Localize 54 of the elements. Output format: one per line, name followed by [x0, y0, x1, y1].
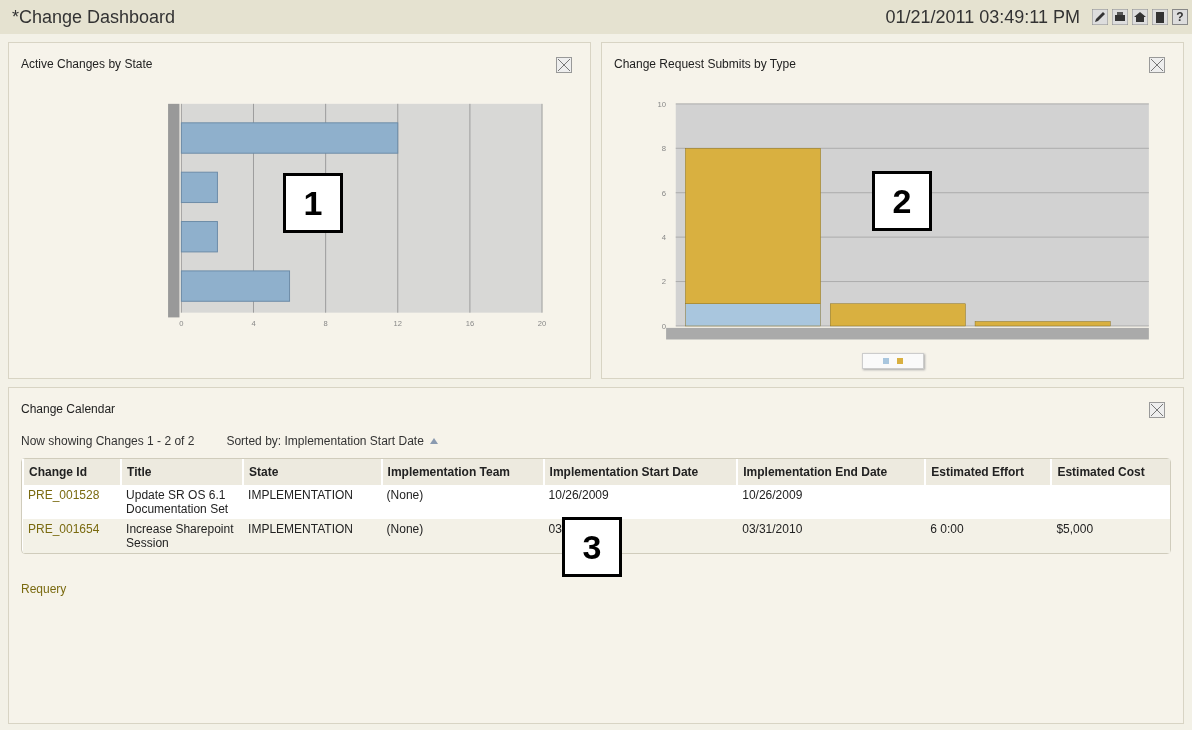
- table-cell: (None): [386, 522, 424, 536]
- dashboard-title: *Change Dashboard: [12, 6, 177, 28]
- table-cell: $5,000: [1056, 522, 1094, 536]
- table-cell: 6 0:00: [930, 522, 964, 536]
- change-id-link[interactable]: PRE_001528: [28, 488, 100, 502]
- help-button[interactable]: ?: [1172, 9, 1188, 25]
- table-cell: (None): [386, 488, 424, 502]
- maximize-icon[interactable]: [556, 57, 572, 73]
- axis-tick: 0: [178, 318, 183, 328]
- maximize-icon[interactable]: [1149, 57, 1165, 73]
- axis-tick: 10: [657, 99, 666, 109]
- sort-up-icon[interactable]: [429, 438, 438, 444]
- axis-tick: 16: [465, 318, 474, 328]
- table-cell: IMPLEMENTATION: [248, 488, 353, 502]
- column-header[interactable]: Implementation End Date: [737, 459, 926, 485]
- column-header[interactable]: Title: [121, 459, 244, 485]
- sort-label[interactable]: Sorted by: Implementation Start Date: [226, 434, 424, 448]
- print-icon[interactable]: [1112, 9, 1128, 25]
- result-count: Now showing Changes 1 - 2 of 2: [21, 434, 195, 448]
- callout-number: 3: [562, 517, 622, 577]
- axis-tick: 4: [661, 233, 666, 243]
- chart-legend: [861, 353, 924, 369]
- table-cell: 10/26/2009: [548, 488, 609, 502]
- pencil-icon[interactable]: [1092, 9, 1108, 25]
- table-cell: IMPLEMENTATION: [248, 522, 353, 536]
- column-header[interactable]: Implementation Team: [381, 459, 544, 485]
- callout-number: 2: [872, 171, 932, 231]
- home-icon[interactable]: [1132, 9, 1148, 25]
- axis-tick: 6: [661, 188, 666, 198]
- column-header[interactable]: State: [243, 459, 382, 485]
- callout-number: 1: [283, 173, 343, 233]
- panel-title: Active Changes by State: [21, 57, 153, 71]
- column-header[interactable]: Estimated Effort: [925, 459, 1052, 485]
- requery-link[interactable]: Requery: [21, 582, 67, 596]
- table-cell: Update SR OS 6.1 Documentation Set: [126, 488, 229, 516]
- panel-title: Change Calendar: [21, 402, 116, 416]
- axis-tick: 20: [537, 318, 546, 328]
- axis-tick: 4: [250, 318, 256, 328]
- table-cell: 03: [548, 522, 562, 536]
- table-cell: Increase Sharepoint Session: [126, 522, 234, 550]
- panel-title: Change Request Submits by Type: [614, 57, 796, 71]
- column-header[interactable]: Change Id: [23, 459, 122, 485]
- table-cell: 10/26/2009: [742, 488, 803, 502]
- date-time: 01/21/2011 03:49:11 PM: [885, 6, 1080, 28]
- maximize-icon[interactable]: [1149, 402, 1165, 418]
- clipboard-icon[interactable]: [1152, 9, 1168, 25]
- axis-tick: 8: [323, 318, 328, 328]
- column-header[interactable]: Implementation Start Date: [543, 459, 738, 485]
- axis-tick: 0: [661, 321, 666, 331]
- table-cell: 03/31/2010: [742, 522, 803, 536]
- axis-tick: 8: [661, 144, 666, 154]
- axis-tick: 12: [393, 318, 402, 328]
- axis-tick: 2: [661, 277, 666, 287]
- column-header[interactable]: Estimated Cost: [1051, 459, 1170, 485]
